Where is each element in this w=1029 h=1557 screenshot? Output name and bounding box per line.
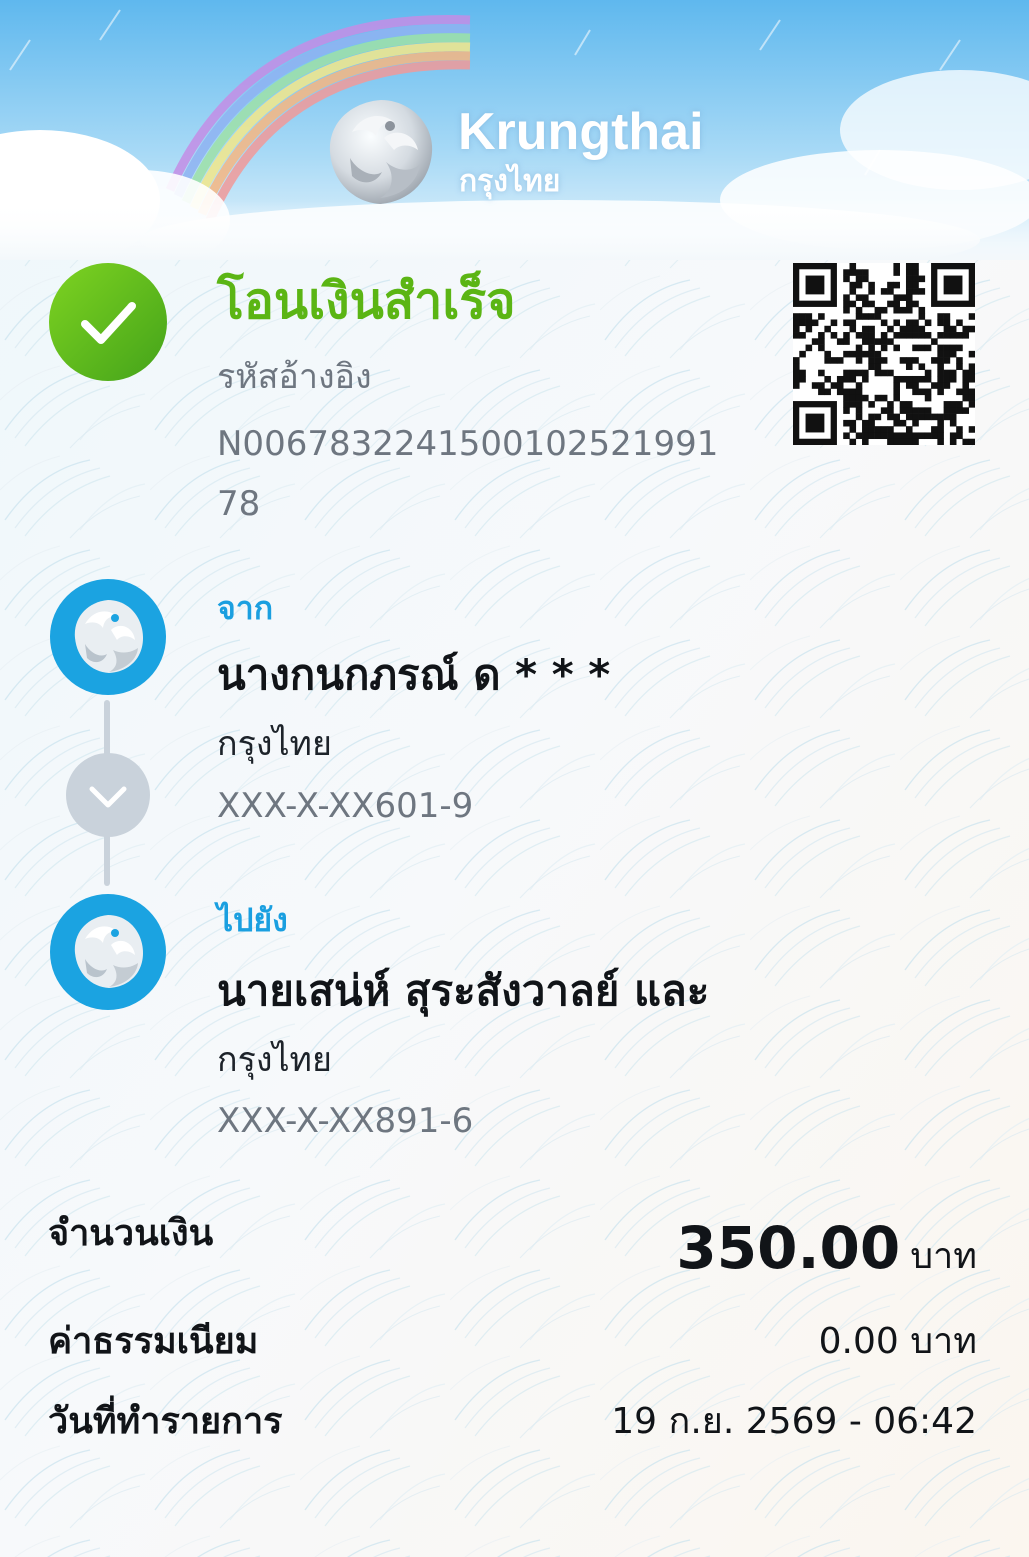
to-name: นายเสน่ห์ สุระสังวาลย์ และ — [217, 966, 710, 1015]
amount-value: 350.00 — [676, 1214, 901, 1282]
fee-value: 0.00 บาท — [818, 1321, 977, 1362]
check-circle-icon — [49, 263, 167, 381]
amount-display: 350.00 บาท — [676, 1212, 977, 1293]
brand-name-en: Krungthai — [458, 103, 704, 161]
date-value: 19 ก.ย. 2569 - 06:42 — [611, 1401, 977, 1442]
reference-number: N006783224150010252199178 — [217, 424, 719, 524]
fee-label: ค่าธรรมเนียม — [48, 1321, 259, 1362]
to-bank-name: กรุงไทย — [217, 1040, 332, 1080]
transfer-success-title: โอนเงินสำเร็จ — [217, 272, 516, 330]
from-label: จาก — [217, 589, 274, 627]
amount-label: จำนวนเงิน — [48, 1213, 214, 1254]
from-bank-avatar — [50, 579, 166, 695]
to-bank-avatar — [50, 894, 166, 1010]
qr-code[interactable] — [793, 263, 975, 445]
from-account-number: XXX-X-XX601-9 — [217, 786, 474, 826]
amount-unit: บาท — [910, 1236, 977, 1277]
to-label: ไปยัง — [217, 901, 288, 939]
krungthai-logo-icon — [329, 100, 433, 204]
to-account-number: XXX-X-XX891-6 — [217, 1101, 474, 1141]
from-name: นางกนกภรณ์ ด * * * — [217, 650, 611, 699]
brand-name-th: กรุงไทย — [459, 164, 561, 199]
chevron-down-icon — [66, 753, 150, 837]
from-bank-name: กรุงไทย — [217, 724, 332, 764]
date-label: วันที่ทำรายการ — [48, 1401, 283, 1442]
brand-logo-area: Krungthai กรุงไทย — [322, 92, 722, 217]
reference-label: รหัสอ้างอิง — [217, 357, 372, 397]
